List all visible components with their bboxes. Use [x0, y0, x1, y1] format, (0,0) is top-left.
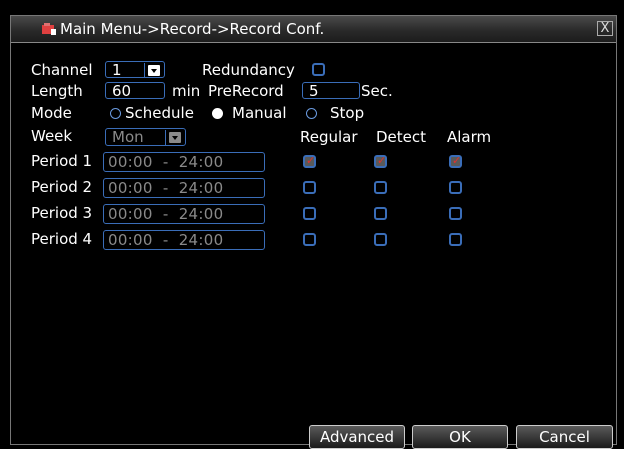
prerecord-label: PreRecord: [208, 82, 284, 100]
mode-manual-radio[interactable]: [212, 108, 223, 119]
alarm-checkbox[interactable]: [449, 181, 462, 194]
prerecord-unit: Sec.: [361, 82, 393, 100]
week-select[interactable]: Mon: [105, 128, 186, 146]
length-label: Length: [31, 82, 83, 100]
record-conf-window: [10, 15, 617, 445]
period-label: Period 2: [31, 178, 93, 196]
period-time-range[interactable]: 00:00 - 24:00: [103, 230, 265, 250]
week-label: Week: [31, 127, 73, 145]
column-regular: Regular: [300, 128, 358, 146]
regular-checkbox[interactable]: [303, 233, 316, 246]
mode-schedule-label: Schedule: [125, 104, 194, 122]
mode-manual-label: Manual: [232, 104, 287, 122]
regular-checkbox[interactable]: [303, 181, 316, 194]
alarm-checkbox[interactable]: [449, 154, 462, 168]
detect-checkbox[interactable]: [374, 154, 387, 168]
period-time-range[interactable]: 00:00 - 24:00: [103, 204, 265, 224]
mode-stop-radio[interactable]: [306, 108, 317, 119]
alarm-checkbox[interactable]: [449, 207, 462, 220]
detect-checkbox[interactable]: [374, 181, 387, 194]
regular-checkbox[interactable]: [303, 154, 316, 168]
chevron-down-icon: [169, 132, 181, 143]
redundancy-label: Redundancy: [202, 61, 295, 79]
ok-button[interactable]: OK: [412, 425, 508, 449]
record-icon: [42, 23, 56, 35]
mode-label: Mode: [31, 104, 72, 122]
length-unit: min: [172, 82, 201, 100]
mode-schedule-radio[interactable]: [110, 108, 121, 119]
channel-label: Channel: [31, 61, 93, 79]
period-time-range[interactable]: 00:00 - 24:00: [103, 178, 265, 198]
column-alarm: Alarm: [447, 128, 492, 146]
period-label: Period 4: [31, 230, 93, 248]
detect-checkbox[interactable]: [374, 207, 387, 220]
period-time-range[interactable]: 00:00 - 24:00: [103, 152, 265, 172]
column-detect: Detect: [376, 128, 427, 146]
period-label: Period 3: [31, 204, 93, 222]
period-label: Period 1: [31, 152, 93, 170]
cancel-button[interactable]: Cancel: [516, 425, 613, 449]
week-value: Mon: [112, 128, 144, 146]
alarm-checkbox[interactable]: [449, 233, 462, 246]
chevron-down-icon: [148, 65, 160, 76]
length-input[interactable]: 60: [105, 82, 165, 99]
prerecord-input[interactable]: 5: [302, 82, 360, 99]
window-title: Main Menu->Record->Record Conf.: [60, 20, 325, 38]
channel-value: 1: [112, 61, 122, 79]
mode-stop-label: Stop: [330, 104, 365, 122]
advanced-button[interactable]: Advanced: [309, 425, 405, 449]
regular-checkbox[interactable]: [303, 207, 316, 220]
channel-select[interactable]: 1: [105, 61, 165, 78]
redundancy-checkbox[interactable]: [312, 63, 325, 76]
close-button[interactable]: X: [597, 21, 613, 36]
detect-checkbox[interactable]: [374, 233, 387, 246]
